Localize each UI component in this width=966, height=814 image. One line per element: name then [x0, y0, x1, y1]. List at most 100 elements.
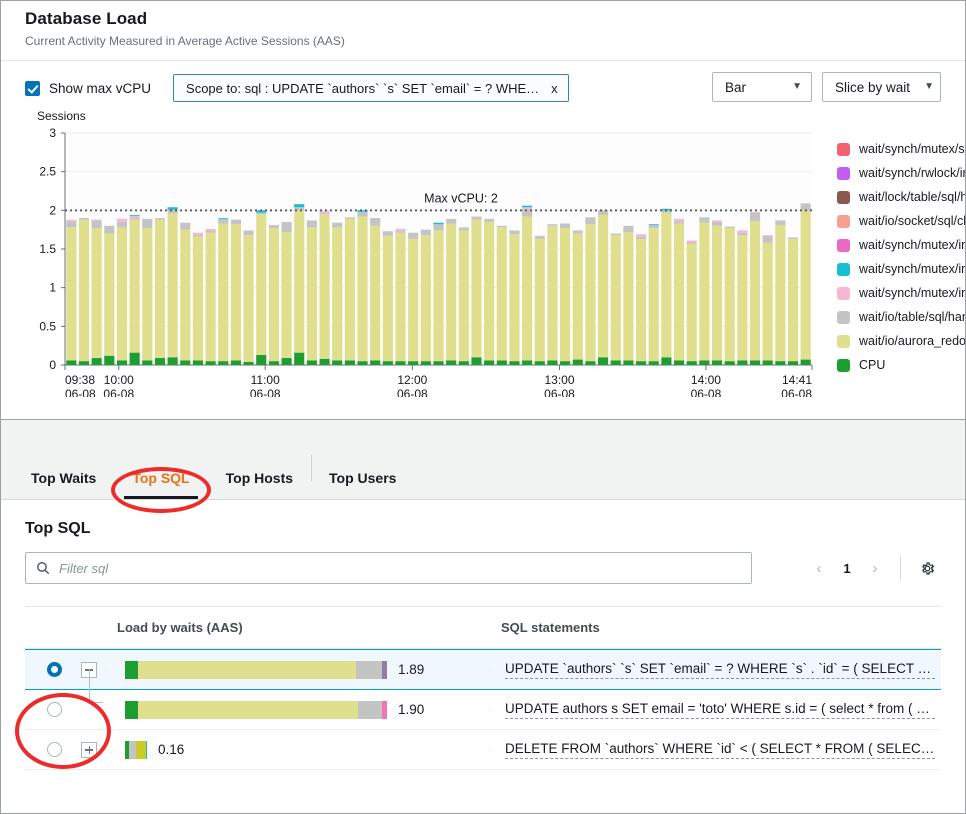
chart-bar-segment[interactable] — [459, 361, 469, 365]
chart-bar-segment[interactable] — [142, 228, 152, 360]
chart-bar-segment[interactable] — [383, 236, 393, 361]
chart-bar-segment[interactable] — [598, 357, 608, 365]
chart-bar-segment[interactable] — [357, 212, 367, 217]
chart-bar-segment[interactable] — [585, 217, 595, 224]
expand-row-icon[interactable] — [81, 742, 97, 758]
chart-bar-segment[interactable] — [611, 234, 621, 236]
chart-bar-segment[interactable] — [763, 236, 773, 243]
chart-bar-segment[interactable] — [535, 239, 545, 361]
chart-bar-segment[interactable] — [560, 361, 570, 365]
chart-bar-segment[interactable] — [522, 207, 532, 209]
chart-bar-segment[interactable] — [535, 361, 545, 365]
chart-bar-segment[interactable] — [231, 224, 241, 360]
tab-top-users[interactable]: Top Users — [311, 447, 414, 499]
chart-bar-segment[interactable] — [244, 362, 254, 365]
chart-bar-segment[interactable] — [433, 223, 443, 225]
chart-bar-segment[interactable] — [687, 244, 697, 362]
chart-bar-segment[interactable] — [345, 217, 355, 219]
chart-bar-segment[interactable] — [433, 224, 443, 230]
chart-bar-segment[interactable] — [750, 212, 760, 213]
chart-bar-segment[interactable] — [623, 232, 633, 360]
chart-bar-segment[interactable] — [206, 229, 216, 231]
chart-bar-segment[interactable] — [649, 225, 659, 228]
chart-bar-segment[interactable] — [509, 361, 519, 365]
chart-bar-segment[interactable] — [801, 210, 811, 359]
chart-bar-segment[interactable] — [357, 217, 367, 362]
chart-bar-segment[interactable] — [180, 223, 190, 230]
chart-bar-segment[interactable] — [522, 206, 532, 208]
chart-bar-segment[interactable] — [509, 230, 519, 234]
chart-bar-segment[interactable] — [737, 360, 747, 365]
chart-bar-segment[interactable] — [294, 210, 304, 352]
chart-bar-segment[interactable] — [130, 220, 140, 353]
legend-item[interactable]: wait/synch/mutex/sql/ — [837, 137, 966, 161]
chart-bar-segment[interactable] — [699, 360, 709, 365]
chart-bar-segment[interactable] — [383, 361, 393, 365]
legend-item[interactable]: wait/synch/mutex/inn — [837, 281, 966, 305]
chart-bar-segment[interactable] — [383, 231, 393, 236]
chart-bar-segment[interactable] — [788, 239, 798, 361]
chart-bar-segment[interactable] — [218, 218, 228, 219]
chart-bar-segment[interactable] — [446, 360, 456, 365]
settings-button[interactable] — [913, 554, 941, 582]
chart-bar-segment[interactable] — [573, 360, 583, 365]
chart-bar-segment[interactable] — [395, 361, 405, 365]
legend-item[interactable]: wait/synch/mutex/inn — [837, 233, 966, 257]
page-number[interactable]: 1 — [834, 554, 860, 582]
chart-bar-segment[interactable] — [79, 361, 89, 365]
chart-bar-segment[interactable] — [497, 227, 507, 360]
chart-bar-segment[interactable] — [788, 237, 798, 239]
chart-bar-segment[interactable] — [104, 226, 114, 234]
table-row[interactable]: 1.89UPDATE `authors` `s` SET `email` = ?… — [25, 649, 941, 690]
chart-bar-segment[interactable] — [168, 357, 178, 365]
chart-bar-segment[interactable] — [193, 235, 203, 237]
chart-bar-segment[interactable] — [357, 361, 367, 365]
chart-bar-segment[interactable] — [269, 361, 279, 365]
chart-bar-segment[interactable] — [231, 360, 241, 365]
chart-bar-segment[interactable] — [522, 217, 532, 361]
chart-bar-segment[interactable] — [649, 228, 659, 361]
chart-bar-segment[interactable] — [155, 220, 165, 358]
chart-bar-segment[interactable] — [66, 227, 76, 360]
chart-bar-segment[interactable] — [446, 223, 456, 360]
chart-bar-segment[interactable] — [763, 360, 773, 365]
prev-page-button[interactable]: ‹ — [806, 554, 832, 582]
chart-bar-segment[interactable] — [370, 226, 380, 361]
chart-bar-segment[interactable] — [193, 237, 203, 361]
chart-bar-segment[interactable] — [421, 361, 431, 365]
chart-bar-segment[interactable] — [319, 214, 329, 359]
chart-bar-segment[interactable] — [117, 219, 127, 222]
chart-bar-segment[interactable] — [674, 360, 684, 365]
chart-bar-segment[interactable] — [775, 220, 785, 225]
chart-bar-segment[interactable] — [788, 361, 798, 365]
chart-bar-segment[interactable] — [725, 228, 735, 361]
chart-bar-segment[interactable] — [218, 219, 228, 224]
table-row[interactable]: 0.16DELETE FROM `authors` WHERE `id` < (… — [25, 730, 941, 770]
chart-bar-segment[interactable] — [345, 219, 355, 361]
chart-bar-segment[interactable] — [180, 360, 190, 365]
chart-bar-segment[interactable] — [218, 223, 228, 361]
chart-bar-segment[interactable] — [636, 239, 646, 361]
chart-bar-segment[interactable] — [585, 224, 595, 361]
tab-top-hosts[interactable]: Top Hosts — [208, 447, 311, 499]
chart-bar-segment[interactable] — [433, 361, 443, 365]
chart-bar-segment[interactable] — [674, 223, 684, 360]
chart-bar-segment[interactable] — [636, 234, 646, 236]
chart-svg[interactable]: 00.511.522.53Max vCPU: 209:3806-0810:000… — [25, 125, 835, 397]
chart-bar-segment[interactable] — [142, 360, 152, 365]
chart-bar-segment[interactable] — [712, 220, 722, 222]
chart-bar-segment[interactable] — [79, 218, 89, 220]
chart-bar-segment[interactable] — [117, 222, 127, 227]
chart-bar-segment[interactable] — [370, 218, 380, 226]
chart-bar-segment[interactable] — [737, 230, 747, 232]
row-select-radio[interactable] — [47, 742, 62, 757]
chart-bar-segment[interactable] — [687, 242, 697, 244]
chart-bar-segment[interactable] — [395, 233, 405, 361]
chart-bar-segment[interactable] — [408, 239, 418, 361]
chart-bar-segment[interactable] — [547, 224, 557, 226]
row-select-radio[interactable] — [47, 702, 62, 717]
chart-bar-segment[interactable] — [661, 213, 671, 358]
chart-bar-segment[interactable] — [623, 360, 633, 365]
chart-bar-segment[interactable] — [168, 213, 178, 357]
chart-bar-segment[interactable] — [484, 360, 494, 365]
